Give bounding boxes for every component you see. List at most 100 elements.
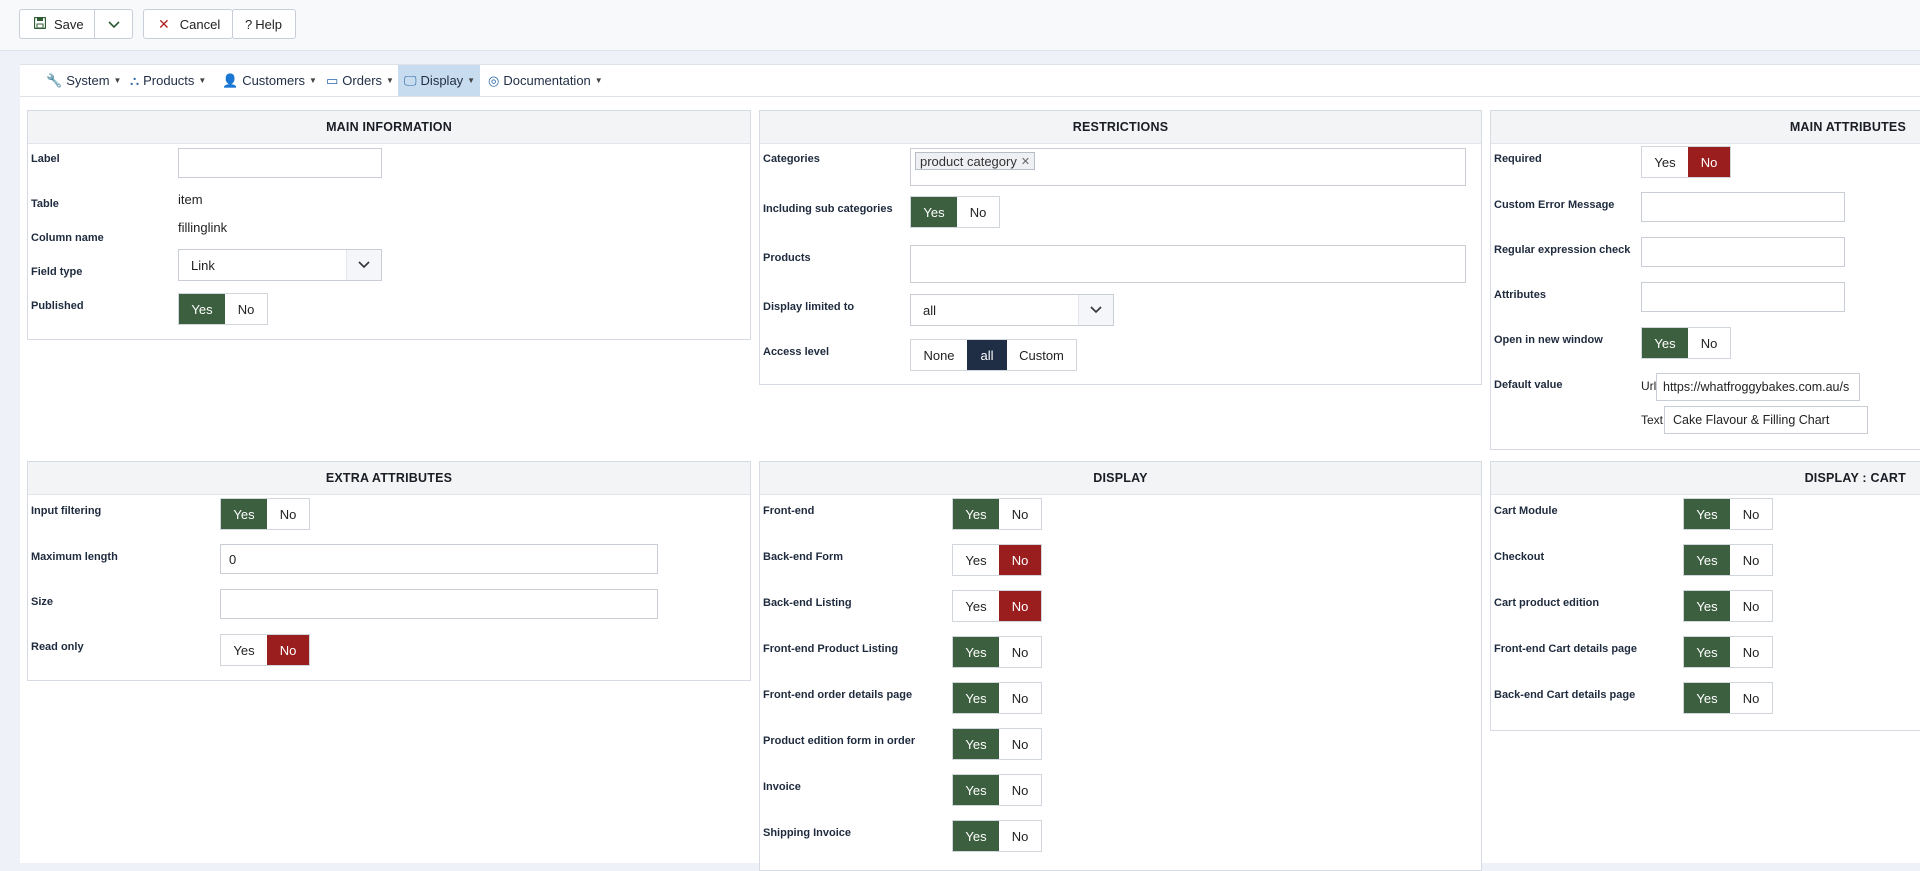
back-end-listing-no[interactable]: No [999, 591, 1041, 621]
front-end-cart-details-yes[interactable]: Yes [1684, 637, 1730, 667]
cart-product-edition-label: Cart product edition [1494, 597, 1600, 609]
back-end-listing-toggle[interactable]: Yes No [952, 590, 1042, 622]
custom-error-input[interactable] [1641, 192, 1845, 222]
back-end-form-yes[interactable]: Yes [953, 545, 999, 575]
input-filtering-toggle[interactable]: Yes No [220, 498, 310, 530]
panel-restrictions: RESTRICTIONS Categories product category… [759, 110, 1482, 385]
back-end-listing-yes[interactable]: Yes [953, 591, 999, 621]
invoice-no[interactable]: No [999, 775, 1041, 805]
product-edition-form-yes[interactable]: Yes [953, 729, 999, 759]
new-window-toggle[interactable]: Yes No [1641, 327, 1731, 359]
access-custom[interactable]: Custom [1007, 340, 1076, 370]
front-end-toggle[interactable]: Yes No [952, 498, 1042, 530]
cancel-button[interactable]: ✕ Cancel [143, 9, 233, 39]
shipping-invoice-yes[interactable]: Yes [953, 821, 999, 851]
panel-title: DISPLAY [760, 462, 1481, 495]
cart-module-no[interactable]: No [1730, 499, 1772, 529]
required-no[interactable]: No [1688, 147, 1730, 177]
label-input[interactable] [178, 148, 382, 178]
cart-product-edition-no[interactable]: No [1730, 591, 1772, 621]
text-input[interactable]: Cake Flavour & Filling Chart [1664, 406, 1868, 434]
column-name-value: fillinglink [178, 220, 228, 235]
front-end-order-details-toggle[interactable]: Yes No [952, 682, 1042, 714]
table-value: item [178, 192, 203, 207]
front-end-product-listing-no[interactable]: No [999, 637, 1041, 667]
checkout-toggle[interactable]: Yes No [1683, 544, 1773, 576]
cart-product-edition-toggle[interactable]: Yes No [1683, 590, 1773, 622]
product-edition-form-no[interactable]: No [999, 729, 1041, 759]
display-limited-select[interactable]: all [910, 294, 1114, 326]
front-end-product-listing-yes[interactable]: Yes [953, 637, 999, 667]
required-yes[interactable]: Yes [1642, 147, 1688, 177]
back-end-form-no[interactable]: No [999, 545, 1041, 575]
new-window-yes[interactable]: Yes [1642, 328, 1688, 358]
input-filtering-no[interactable]: No [267, 499, 309, 529]
published-no[interactable]: No [225, 294, 267, 324]
subcategories-no[interactable]: No [957, 197, 999, 227]
published-yes[interactable]: Yes [179, 294, 225, 324]
access-none[interactable]: None [911, 340, 967, 370]
front-end-order-details-label: Front-end order details page [763, 689, 913, 701]
menu-system[interactable]: 🔧 System ▼ [40, 65, 127, 96]
products-input[interactable] [910, 245, 1466, 283]
save-button[interactable]: Save [19, 9, 95, 39]
field-type-label: Field type [31, 266, 83, 278]
front-end-product-listing-toggle[interactable]: Yes No [952, 636, 1042, 668]
maximum-length-input[interactable]: 0 [220, 544, 658, 574]
back-end-cart-details-yes[interactable]: Yes [1684, 683, 1730, 713]
menu-products[interactable]: ⛬ Products ▼ [124, 65, 212, 96]
panel-extra-attributes: EXTRA ATTRIBUTES Input filtering Yes No … [27, 461, 751, 681]
attributes-label: Attributes [1494, 289, 1546, 301]
input-filtering-yes[interactable]: Yes [221, 499, 267, 529]
attributes-input[interactable] [1641, 282, 1845, 312]
label-label: Label [31, 153, 60, 165]
read-only-toggle[interactable]: Yes No [220, 634, 310, 666]
front-end-cart-details-no[interactable]: No [1730, 637, 1772, 667]
regex-input[interactable] [1641, 237, 1845, 267]
menu-display[interactable]: 🖵 Display ▼ [398, 65, 480, 96]
text-label: Text [1641, 413, 1664, 427]
subcategories-yes[interactable]: Yes [911, 197, 957, 227]
monitor-icon: 🖵 [404, 72, 417, 88]
shipping-invoice-toggle[interactable]: Yes No [952, 820, 1042, 852]
save-label: Save [54, 16, 84, 32]
categories-label: Categories [763, 153, 820, 165]
checkout-yes[interactable]: Yes [1684, 545, 1730, 575]
front-end-order-details-no[interactable]: No [999, 683, 1041, 713]
read-only-yes[interactable]: Yes [221, 635, 267, 665]
subcategories-toggle[interactable]: Yes No [910, 196, 1000, 228]
column-name-label: Column name [31, 232, 104, 244]
back-end-cart-details-toggle[interactable]: Yes No [1683, 682, 1773, 714]
size-input[interactable] [220, 589, 658, 619]
remove-tag-icon[interactable]: ✕ [1021, 155, 1030, 168]
url-input[interactable]: https://whatfroggybakes.com.au/s [1656, 373, 1860, 401]
menu-customers[interactable]: 👤 Customers ▼ [216, 65, 323, 96]
front-end-no[interactable]: No [999, 499, 1041, 529]
read-only-no[interactable]: No [267, 635, 309, 665]
field-type-select[interactable]: Link [178, 249, 382, 281]
invoice-toggle[interactable]: Yes No [952, 774, 1042, 806]
invoice-yes[interactable]: Yes [953, 775, 999, 805]
menu-orders[interactable]: ▭ Orders ▼ [320, 65, 400, 96]
product-edition-form-toggle[interactable]: Yes No [952, 728, 1042, 760]
back-end-cart-details-no[interactable]: No [1730, 683, 1772, 713]
cart-module-yes[interactable]: Yes [1684, 499, 1730, 529]
help-button[interactable]: ? Help [232, 9, 296, 39]
required-toggle[interactable]: Yes No [1641, 146, 1731, 178]
back-end-form-toggle[interactable]: Yes No [952, 544, 1042, 576]
cart-product-edition-yes[interactable]: Yes [1684, 591, 1730, 621]
shipping-invoice-no[interactable]: No [999, 821, 1041, 851]
field-type-value: Link [191, 257, 215, 273]
new-window-no[interactable]: No [1688, 328, 1730, 358]
front-end-order-details-yes[interactable]: Yes [953, 683, 999, 713]
checkout-no[interactable]: No [1730, 545, 1772, 575]
cart-module-toggle[interactable]: Yes No [1683, 498, 1773, 530]
access-level-group[interactable]: None all Custom [910, 339, 1077, 371]
save-options-dropdown[interactable] [94, 9, 133, 39]
help-icon: ? [245, 16, 253, 32]
front-end-yes[interactable]: Yes [953, 499, 999, 529]
published-toggle[interactable]: Yes No [178, 293, 268, 325]
menu-documentation[interactable]: ◎ Documentation ▼ [482, 65, 609, 96]
access-all[interactable]: all [967, 340, 1007, 370]
front-end-cart-details-toggle[interactable]: Yes No [1683, 636, 1773, 668]
